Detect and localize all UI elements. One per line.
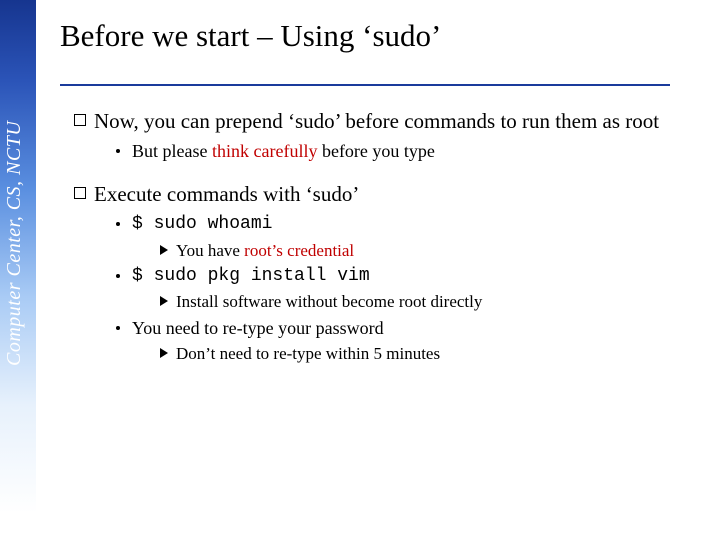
sidebar: Computer Center, CS, NCTU 8 <box>0 0 36 540</box>
prompt: $ <box>132 214 154 234</box>
note-text: You have root’s credential <box>176 240 354 261</box>
text-frag: before you type <box>317 141 434 161</box>
text-emphasis: think carefully <box>212 141 317 161</box>
bullet-1-sub-1: But please think carefully before you ty… <box>60 140 700 163</box>
command: sudo whoami <box>154 214 273 234</box>
dot-bullet-icon <box>116 326 120 330</box>
bullet-1: Now, you can prepend ‘sudo’ before comma… <box>60 108 700 134</box>
command: sudo pkg install vim <box>154 266 370 286</box>
bullet-2-sub-1: $ sudo whoami <box>60 213 700 236</box>
square-bullet-icon <box>74 187 86 199</box>
note-text: Install software without become root dir… <box>176 291 482 312</box>
bullet-2-sub-3-text: You need to re-type your password <box>132 317 384 340</box>
slide-title: Before we start – Using ‘sudo’ <box>60 18 700 54</box>
bullet-2-sub-2: $ sudo pkg install vim <box>60 265 700 288</box>
bullet-1-text: Now, you can prepend ‘sudo’ before comma… <box>94 108 700 134</box>
bullet-2-text: Execute commands with ‘sudo’ <box>94 181 700 207</box>
text-emphasis: root’s credential <box>244 241 354 260</box>
bullet-2: Execute commands with ‘sudo’ <box>60 181 700 207</box>
bullet-2-sub-3-note: Don’t need to re-type within 5 minutes <box>60 343 700 364</box>
triangle-bullet-icon <box>160 245 168 255</box>
text-frag: But please <box>132 141 212 161</box>
title-underline <box>60 84 670 86</box>
text-frag: You have <box>176 241 244 260</box>
content-area: Before we start – Using ‘sudo’ Now, you … <box>60 0 700 540</box>
triangle-bullet-icon <box>160 348 168 358</box>
dot-bullet-icon <box>116 222 120 226</box>
bullet-2-sub-2-note: Install software without become root dir… <box>60 291 700 312</box>
page-number: 8 <box>0 508 36 524</box>
bullet-2-sub-3: You need to re-type your password <box>60 317 700 340</box>
prompt: $ <box>132 266 154 286</box>
square-bullet-icon <box>74 114 86 126</box>
command-text: $ sudo whoami <box>132 213 272 236</box>
sidebar-label: Computer Center, CS, NCTU <box>3 6 33 366</box>
triangle-bullet-icon <box>160 296 168 306</box>
command-text: $ sudo pkg install vim <box>132 265 370 288</box>
dot-bullet-icon <box>116 274 120 278</box>
slide-body: Now, you can prepend ‘sudo’ before comma… <box>60 108 700 364</box>
dot-bullet-icon <box>116 149 120 153</box>
bullet-2-sub-1-note: You have root’s credential <box>60 240 700 261</box>
slide: Computer Center, CS, NCTU 8 Before we st… <box>0 0 720 540</box>
note-text: Don’t need to re-type within 5 minutes <box>176 343 440 364</box>
bullet-1-sub-1-text: But please think carefully before you ty… <box>132 140 435 163</box>
